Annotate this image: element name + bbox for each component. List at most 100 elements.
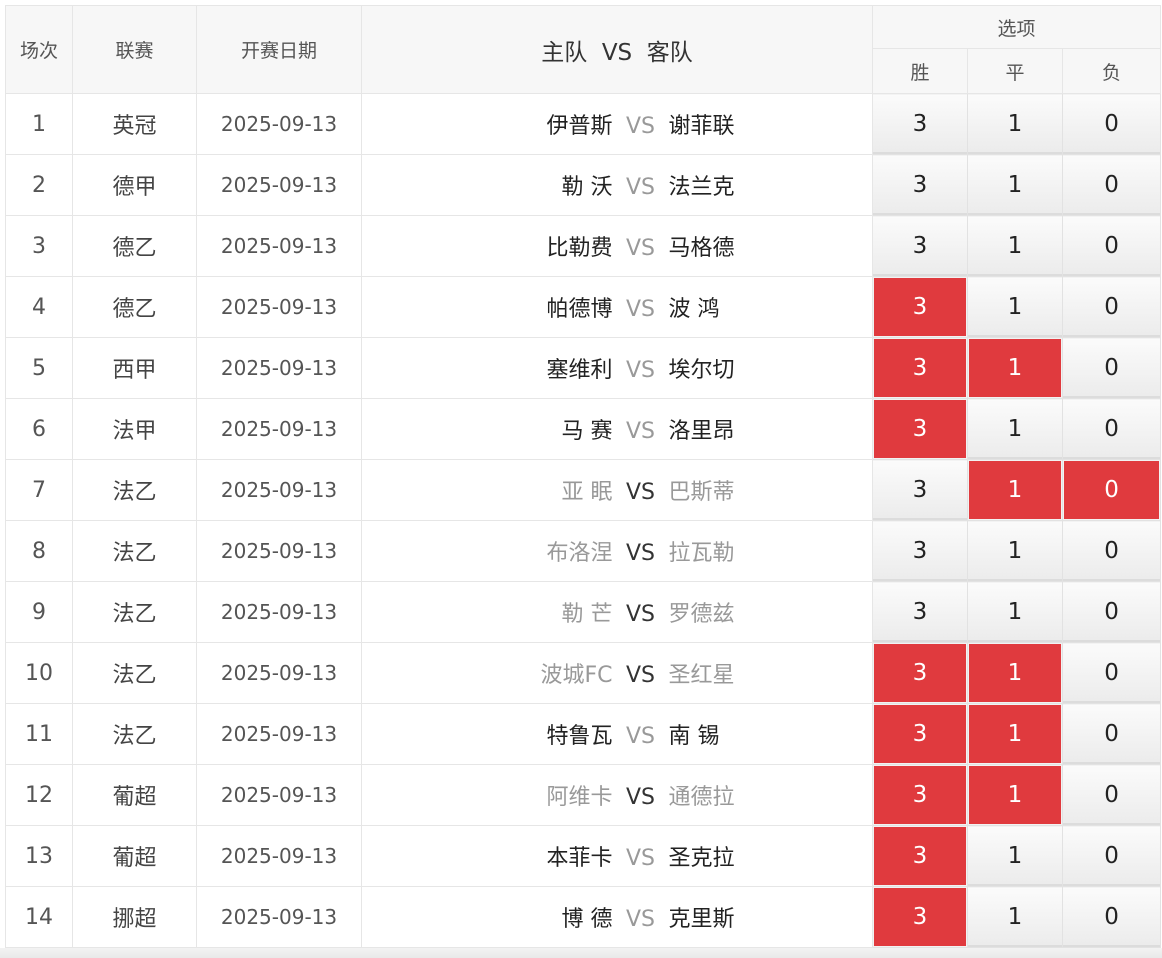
league-name: 德乙 <box>72 215 197 277</box>
option-win-button[interactable]: 3 <box>872 215 968 277</box>
match-date: 2025-09-13 <box>196 642 362 704</box>
match-number: 2 <box>5 154 73 216</box>
vs-label: VS <box>625 785 655 810</box>
vs-label: VS <box>625 175 655 200</box>
option-draw-button[interactable]: 1 <box>967 215 1063 277</box>
match-number: 6 <box>5 398 73 460</box>
option-lose-button[interactable]: 0 <box>1061 459 1162 521</box>
header-num: 场次 <box>5 5 73 94</box>
table-row: 9 法乙 2025-09-13 勒 芒 VS 罗德兹 3 1 0 <box>5 581 1162 643</box>
option-draw-button[interactable]: 1 <box>967 581 1063 643</box>
option-draw-button[interactable]: 1 <box>967 459 1063 521</box>
option-lose-button[interactable]: 0 <box>1061 581 1162 643</box>
away-team: 南 锡 <box>668 724 720 749</box>
table-body: 1 英冠 2025-09-13 伊普斯 VS 谢菲联 3 1 0 2 德甲 2025-09-13 勒 沃… <box>5 93 1162 948</box>
option-win-button[interactable]: 3 <box>872 581 968 643</box>
table-row: 1 英冠 2025-09-13 伊普斯 VS 谢菲联 3 1 0 <box>5 93 1162 155</box>
match-teams: 博 德 VS 克里斯 <box>361 886 873 948</box>
header-league: 联赛 <box>72 5 197 94</box>
match-date: 2025-09-13 <box>196 337 362 399</box>
header-win: 胜 <box>872 48 968 94</box>
table-row: 8 法乙 2025-09-13 布洛涅 VS 拉瓦勒 3 1 0 <box>5 520 1162 582</box>
option-lose-button[interactable]: 0 <box>1061 215 1162 277</box>
option-win-button[interactable]: 3 <box>872 886 968 948</box>
option-lose-button[interactable]: 0 <box>1061 764 1162 826</box>
option-draw-button[interactable]: 1 <box>967 886 1063 948</box>
option-lose-button[interactable]: 0 <box>1061 825 1162 887</box>
vs-label: VS <box>625 358 655 383</box>
option-win-button[interactable]: 3 <box>872 703 968 765</box>
option-draw-button[interactable]: 1 <box>967 93 1063 155</box>
match-date: 2025-09-13 <box>196 764 362 826</box>
away-team: 波 鸿 <box>668 297 720 322</box>
option-lose-button[interactable]: 0 <box>1061 398 1162 460</box>
option-lose-button[interactable]: 0 <box>1061 520 1162 582</box>
option-win-button[interactable]: 3 <box>872 276 968 338</box>
option-lose-button[interactable]: 0 <box>1061 93 1162 155</box>
vs-label: VS <box>625 419 655 444</box>
option-draw-button[interactable]: 1 <box>967 642 1063 704</box>
league-name: 法乙 <box>72 703 197 765</box>
match-date: 2025-09-13 <box>196 276 362 338</box>
match-teams: 阿维卡 VS 通德拉 <box>361 764 873 826</box>
match-date: 2025-09-13 <box>196 703 362 765</box>
header-home: 主队 <box>541 39 588 66</box>
match-table: 场次 联赛 开赛日期 主队 VS 客队 选项 胜 平 负 1 英冠 2025-09-… <box>5 5 1162 948</box>
match-date: 2025-09-13 <box>196 825 362 887</box>
option-win-button[interactable]: 3 <box>872 764 968 826</box>
home-team: 波城FC <box>540 663 613 688</box>
away-team: 圣红星 <box>668 663 735 688</box>
home-team: 帕德博 <box>546 297 613 322</box>
match-date: 2025-09-13 <box>196 93 362 155</box>
home-team: 塞维利 <box>546 358 613 383</box>
option-lose-button[interactable]: 0 <box>1061 276 1162 338</box>
header-draw: 平 <box>967 48 1063 94</box>
match-number: 13 <box>5 825 73 887</box>
option-lose-button[interactable]: 0 <box>1061 886 1162 948</box>
option-lose-button[interactable]: 0 <box>1061 337 1162 399</box>
league-name: 葡超 <box>72 825 197 887</box>
table-row: 2 德甲 2025-09-13 勒 沃 VS 法兰克 3 1 0 <box>5 154 1162 216</box>
option-draw-button[interactable]: 1 <box>967 520 1063 582</box>
option-win-button[interactable]: 3 <box>872 337 968 399</box>
away-team: 埃尔切 <box>668 358 735 383</box>
option-win-button[interactable]: 3 <box>872 459 968 521</box>
option-draw-button[interactable]: 1 <box>967 764 1063 826</box>
option-win-button[interactable]: 3 <box>872 825 968 887</box>
option-win-button[interactable]: 3 <box>872 93 968 155</box>
away-team: 克里斯 <box>668 907 735 932</box>
match-teams: 勒 芒 VS 罗德兹 <box>361 581 873 643</box>
table-row: 6 法甲 2025-09-13 马 赛 VS 洛里昂 3 1 0 <box>5 398 1162 460</box>
match-number: 7 <box>5 459 73 521</box>
away-team: 拉瓦勒 <box>668 541 735 566</box>
match-teams: 比勒费 VS 马格德 <box>361 215 873 277</box>
league-name: 葡超 <box>72 764 197 826</box>
match-number: 5 <box>5 337 73 399</box>
option-win-button[interactable]: 3 <box>872 642 968 704</box>
option-draw-button[interactable]: 1 <box>967 825 1063 887</box>
table-row: 5 西甲 2025-09-13 塞维利 VS 埃尔切 3 1 0 <box>5 337 1162 399</box>
match-number: 10 <box>5 642 73 704</box>
option-draw-button[interactable]: 1 <box>967 398 1063 460</box>
option-win-button[interactable]: 3 <box>872 398 968 460</box>
match-number: 9 <box>5 581 73 643</box>
option-draw-button[interactable]: 1 <box>967 337 1063 399</box>
option-win-button[interactable]: 3 <box>872 520 968 582</box>
option-lose-button[interactable]: 0 <box>1061 642 1162 704</box>
option-draw-button[interactable]: 1 <box>967 276 1063 338</box>
table-row: 4 德乙 2025-09-13 帕德博 VS 波 鸿 310 <box>5 276 1162 338</box>
away-team: 圣克拉 <box>668 846 735 871</box>
option-lose-button[interactable]: 0 <box>1061 154 1162 216</box>
match-teams: 塞维利 VS 埃尔切 <box>361 337 873 399</box>
header-options: 选项 <box>871 5 1162 49</box>
option-draw-button[interactable]: 1 <box>967 154 1063 216</box>
away-team: 巴斯蒂 <box>668 480 735 505</box>
match-date: 2025-09-13 <box>196 520 362 582</box>
option-win-button[interactable]: 3 <box>872 154 968 216</box>
table-row: 14 挪超 2025-09-13 博 德 VS 克里斯 3 1 0 <box>5 886 1162 948</box>
away-team: 谢菲联 <box>668 114 735 139</box>
away-team: 罗德兹 <box>668 602 735 627</box>
option-lose-button[interactable]: 0 <box>1061 703 1162 765</box>
league-name: 德乙 <box>72 276 197 338</box>
option-draw-button[interactable]: 1 <box>967 703 1063 765</box>
